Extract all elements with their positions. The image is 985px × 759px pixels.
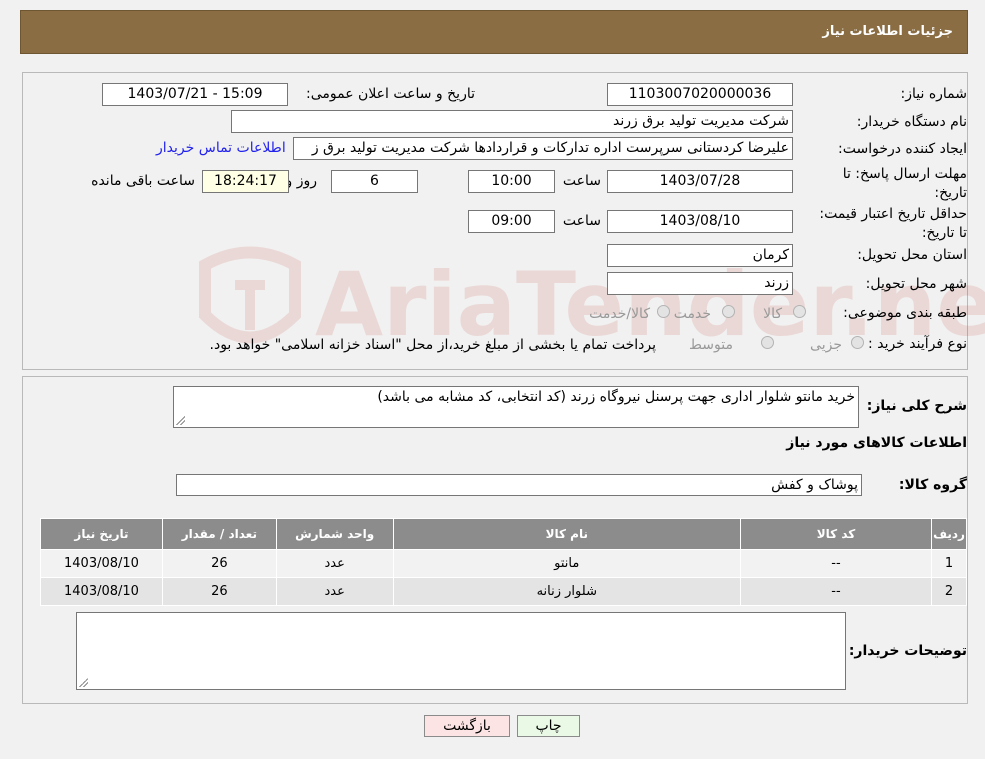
validity-time-label: ساعت <box>562 213 601 229</box>
validity-time-field: 09:00 <box>468 210 555 233</box>
deadline-label: مهلت ارسال پاسخ: تا تاریخ: <box>842 166 967 201</box>
resize-grip-icon[interactable] <box>176 416 185 425</box>
process-medium-label: متوسط <box>689 337 733 353</box>
cell-quantity: 26 <box>161 577 277 606</box>
province-field: کرمان <box>607 244 793 267</box>
category-label: طبقه بندی موضوعی: <box>843 305 967 321</box>
column-header-date: تاریخ نیاز <box>40 518 163 550</box>
cell-row-number: 1 <box>931 549 967 578</box>
requester-label: ایجاد کننده درخواست: <box>838 141 967 157</box>
description-textarea[interactable]: خرید مانتو شلوار اداری جهت پرسنل نیروگاه… <box>173 386 859 428</box>
table-row: 2 -- شلوار زنانه عدد 26 1403/08/10 <box>40 577 967 606</box>
requester-field: علیرضا کردستانی سرپرست اداره تدارکات و ق… <box>293 137 793 160</box>
column-header-unit: واحد شمارش <box>275 518 394 550</box>
process-note: پرداخت تمام یا بخشی از مبلغ خرید،از محل … <box>209 337 656 353</box>
city-label: شهر محل تحویل: <box>865 276 967 292</box>
buyer-notes-label: توضیحات خریدار: <box>848 643 967 659</box>
validity-date-field: 1403/08/10 <box>607 210 793 233</box>
cell-date: 1403/08/10 <box>40 549 163 578</box>
cell-unit: عدد <box>275 577 394 606</box>
cell-quantity: 26 <box>161 549 277 578</box>
category-service-radio[interactable] <box>722 305 735 318</box>
need-number-label: شماره نیاز: <box>900 86 968 102</box>
goods-table: ردیف کد کالا نام کالا واحد شمارش تعداد /… <box>40 518 967 606</box>
table-header-row: ردیف کد کالا نام کالا واحد شمارش تعداد /… <box>40 518 967 550</box>
city-field: زرند <box>607 272 793 295</box>
category-goods-service-label: کالا/خدمت <box>589 306 650 322</box>
days-remaining-field: 6 <box>331 170 418 193</box>
page-title: جزئیات اطلاعات نیاز <box>822 24 953 39</box>
column-header-quantity: تعداد / مقدار <box>161 518 277 550</box>
goods-group-field: پوشاک و کفش <box>176 474 862 496</box>
announce-field: 1403/07/21 - 15:09 <box>102 83 288 106</box>
process-medium-radio[interactable] <box>761 336 774 349</box>
deadline-time-field: 10:00 <box>468 170 555 193</box>
buyer-notes-textarea[interactable] <box>76 612 846 690</box>
cell-date: 1403/08/10 <box>40 577 163 606</box>
process-minor-radio[interactable] <box>851 336 864 349</box>
goods-group-label: گروه کالا: <box>898 477 967 493</box>
remaining-time-field: 18:24:17 <box>202 170 289 193</box>
cell-row-number: 2 <box>931 577 967 606</box>
cell-name: شلوار زنانه <box>392 577 741 606</box>
description-text: خرید مانتو شلوار اداری جهت پرسنل نیروگاه… <box>377 389 855 405</box>
days-label: روز و <box>285 173 318 189</box>
process-label: نوع فرآیند خرید : <box>868 336 967 352</box>
category-goods-service-radio[interactable] <box>657 305 670 318</box>
cell-unit: عدد <box>275 549 394 578</box>
column-header-name: نام کالا <box>392 518 741 550</box>
description-label: شرح کلی نیاز: <box>866 398 967 414</box>
province-label: استان محل تحویل: <box>857 247 967 263</box>
process-minor-label: جزیی <box>810 337 842 353</box>
cell-code: -- <box>739 577 933 606</box>
deadline-date-field: 1403/07/28 <box>607 170 793 193</box>
category-goods-radio[interactable] <box>793 305 806 318</box>
page-header: جزئیات اطلاعات نیاز <box>20 10 968 54</box>
buyer-org-label: نام دستگاه خریدار: <box>856 114 967 130</box>
cell-name: مانتو <box>392 549 741 578</box>
announce-label: تاریخ و ساعت اعلان عمومی: <box>306 86 475 102</box>
category-goods-label: کالا <box>763 306 782 322</box>
cell-code: -- <box>739 549 933 578</box>
resize-grip-icon[interactable] <box>79 678 88 687</box>
buyer-org-field: شرکت مدیریت تولید برق زرند <box>231 110 793 133</box>
need-number-field: 1103007020000036 <box>607 83 793 106</box>
column-header-row-number: ردیف <box>931 518 967 550</box>
remaining-time-label: ساعت باقی مانده <box>91 173 195 189</box>
table-row: 1 -- مانتو عدد 26 1403/08/10 <box>40 549 967 578</box>
column-header-code: کد کالا <box>739 518 933 550</box>
category-service-label: خدمت <box>673 306 711 322</box>
print-button[interactable]: چاپ <box>517 715 580 737</box>
buyer-contact-link[interactable]: اطلاعات تماس خریدار <box>156 140 286 156</box>
goods-section-title: اطلاعات کالاهای مورد نیاز <box>786 435 967 451</box>
deadline-time-label: ساعت <box>562 173 601 189</box>
back-button[interactable]: بازگشت <box>424 715 510 737</box>
validity-label: حداقل تاریخ اعتبار قیمت: تا تاریخ: <box>819 206 967 241</box>
